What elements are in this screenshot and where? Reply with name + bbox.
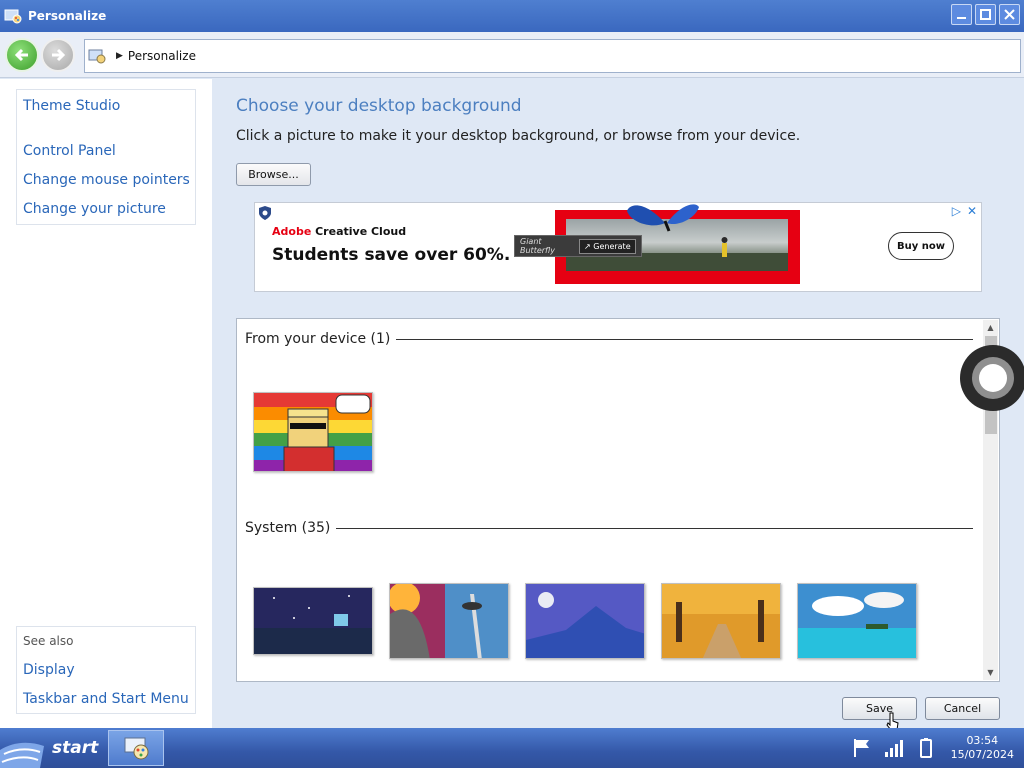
ad-generate-button[interactable]: ↗ Generate bbox=[579, 238, 636, 254]
battery-icon[interactable] bbox=[915, 737, 937, 759]
back-button[interactable] bbox=[5, 38, 39, 72]
browse-button[interactable]: Browse... bbox=[236, 163, 311, 186]
forward-button[interactable] bbox=[41, 38, 75, 72]
minimize-button[interactable] bbox=[951, 4, 972, 25]
personalize-icon bbox=[88, 49, 106, 64]
group-header-system: System (35) bbox=[245, 520, 973, 536]
maximize-icon bbox=[980, 9, 991, 20]
group-divider bbox=[336, 527, 973, 529]
address-bar[interactable]: ▶ Personalize bbox=[84, 39, 1021, 73]
taskbar-clock[interactable]: 03:54 15/07/2024 bbox=[951, 734, 1014, 762]
clock-time: 03:54 bbox=[966, 734, 999, 747]
cancel-button[interactable]: Cancel bbox=[925, 697, 1000, 720]
minimize-icon bbox=[957, 17, 966, 19]
ad-choices-icon[interactable]: ▷ bbox=[952, 204, 961, 218]
group-header-device: From your device (1) bbox=[245, 331, 973, 347]
ad-brand: Adobe Creative Cloud bbox=[272, 225, 406, 238]
thumbnail-image bbox=[390, 584, 508, 658]
floating-ring-button[interactable] bbox=[960, 345, 1024, 411]
thumbnail-image bbox=[798, 584, 916, 658]
ad-close-icon[interactable]: ✕ bbox=[967, 204, 977, 218]
scroll-up-arrow-icon[interactable]: ▲ bbox=[983, 320, 998, 335]
sidebar-link-control-panel[interactable]: Control Panel bbox=[23, 143, 116, 159]
clock-date: 15/07/2024 bbox=[950, 748, 1014, 761]
sidebar-link-change-your-picture[interactable]: Change your picture bbox=[23, 201, 166, 217]
flag-icon[interactable] bbox=[851, 737, 873, 759]
ad-buy-now-button[interactable]: Buy now bbox=[888, 232, 954, 260]
ad-banner[interactable]: Adobe Creative Cloud Students save over … bbox=[254, 202, 982, 292]
sidebar-link-theme-studio[interactable]: Theme Studio bbox=[23, 98, 120, 114]
ad-brand-adobe: Adobe bbox=[272, 225, 312, 238]
thumbnail-image bbox=[254, 393, 372, 471]
thumb-autumn-path[interactable] bbox=[661, 583, 781, 659]
start-label: start bbox=[52, 738, 99, 758]
ad-shield-icon bbox=[259, 206, 271, 220]
start-logo-icon bbox=[0, 742, 44, 768]
group-label-device: From your device (1) bbox=[245, 331, 391, 347]
scroll-down-arrow-icon[interactable]: ▼ bbox=[983, 665, 998, 680]
sidebar-see-also: See also Display Taskbar and Start Menu bbox=[16, 626, 196, 714]
ad-headline: Students save over 60%. bbox=[272, 245, 511, 265]
page-title: Choose your desktop background bbox=[236, 96, 522, 116]
background-gallery: From your device (1) System (35) ▲ ▼ bbox=[236, 318, 1000, 682]
sidebar-link-change-mouse-pointers[interactable]: Change mouse pointers bbox=[23, 172, 190, 188]
sidebar: Theme Studio Control Panel Change mouse … bbox=[0, 79, 212, 728]
taskbar: start 03:54 15/07/2024 bbox=[0, 728, 1024, 768]
personalize-icon bbox=[124, 737, 149, 760]
signal-strength-icon[interactable] bbox=[883, 737, 905, 759]
main-content: Choose your desktop background Click a p… bbox=[212, 79, 1024, 728]
group-divider bbox=[396, 338, 973, 340]
ad-generate-tag[interactable]: Giant Butterfly ↗ Generate bbox=[514, 235, 642, 257]
sidebar-tasks: Theme Studio Control Panel Change mouse … bbox=[16, 89, 196, 225]
sidebar-link-taskbar-start-menu[interactable]: Taskbar and Start Menu bbox=[23, 691, 189, 707]
close-button[interactable] bbox=[999, 4, 1020, 25]
thumb-mountain-moon[interactable] bbox=[525, 583, 645, 659]
group-label-system: System (35) bbox=[245, 520, 331, 536]
ring-inner bbox=[972, 357, 1014, 399]
ad-brand-product: Creative Cloud bbox=[311, 225, 407, 238]
back-arrow-icon bbox=[14, 48, 28, 62]
thumb-space-needle[interactable] bbox=[389, 583, 509, 659]
maximize-button[interactable] bbox=[975, 4, 996, 25]
ad-tag-name: Giant Butterfly bbox=[520, 237, 555, 255]
save-button[interactable]: Save bbox=[842, 697, 917, 720]
ring-core bbox=[979, 364, 1007, 392]
title-bar: Personalize bbox=[0, 0, 1024, 32]
ad-generate-label: Generate bbox=[593, 241, 631, 251]
sidebar-link-display[interactable]: Display bbox=[23, 662, 75, 678]
breadcrumb-personalize[interactable]: Personalize bbox=[128, 49, 196, 63]
window-title: Personalize bbox=[28, 9, 107, 23]
address-row: ▶ Personalize bbox=[0, 32, 1024, 78]
taskbar-item-personalize[interactable] bbox=[108, 730, 164, 766]
close-icon bbox=[1004, 9, 1015, 20]
thumb-cartoon-rainbow[interactable] bbox=[253, 392, 373, 472]
forward-arrow-icon bbox=[52, 48, 66, 62]
start-button[interactable]: start bbox=[0, 728, 104, 768]
ad-choices[interactable]: ▷ ✕ bbox=[952, 204, 977, 218]
thumb-tropical-beach[interactable] bbox=[797, 583, 917, 659]
personalize-app-icon bbox=[4, 9, 22, 24]
thumb-night-lake[interactable] bbox=[253, 587, 373, 655]
thumbnail-image bbox=[526, 584, 644, 658]
system-tray: 03:54 15/07/2024 bbox=[841, 728, 1014, 768]
page-description: Click a picture to make it your desktop … bbox=[236, 128, 801, 144]
thumbnail-image bbox=[254, 588, 372, 654]
see-also-label: See also bbox=[23, 634, 74, 648]
breadcrumb-arrow-icon[interactable]: ▶ bbox=[116, 51, 123, 61]
thumbnail-image bbox=[662, 584, 780, 658]
